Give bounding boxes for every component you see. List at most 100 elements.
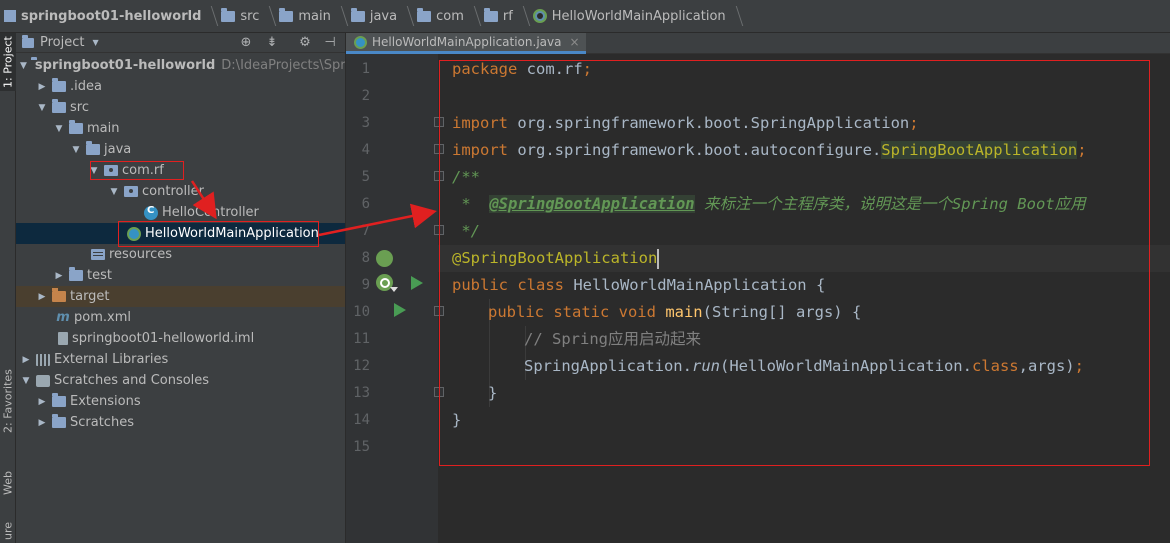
breadcrumb-src[interactable]: src bbox=[221, 0, 279, 33]
line-number: 7 bbox=[361, 223, 370, 239]
line-number: 13 bbox=[353, 385, 370, 401]
tree-item-main-application[interactable]: HelloWorldMainApplication bbox=[16, 223, 345, 244]
tree-item-label: External Libraries bbox=[54, 352, 169, 367]
fold-marker-icon[interactable] bbox=[434, 117, 444, 127]
spring-boot-class-icon bbox=[532, 9, 547, 23]
tree-item-java[interactable]: ▼ java bbox=[16, 139, 345, 160]
breadcrumb-separator bbox=[262, 6, 277, 26]
code-line-5: /** bbox=[452, 168, 480, 186]
breadcrumb-label: rf bbox=[502, 8, 513, 24]
tree-item-test[interactable]: ▶ test bbox=[16, 265, 345, 286]
code-editor[interactable]: 1 2 3 4 5 6 7 8 9 10 11 12 13 14 15 pack… bbox=[346, 54, 1170, 543]
collapse-icon[interactable]: ⇟ bbox=[264, 35, 280, 51]
tree-item-label: controller bbox=[142, 184, 205, 199]
fold-marker-icon[interactable] bbox=[434, 225, 444, 235]
tree-item-external-libraries[interactable]: ▶ External Libraries bbox=[16, 349, 345, 370]
tree-item-scratches-consoles[interactable]: ▼ Scratches and Consoles bbox=[16, 370, 345, 391]
fold-marker-icon[interactable] bbox=[434, 171, 444, 181]
breadcrumb-com[interactable]: com bbox=[417, 0, 484, 33]
chevron-down-icon[interactable]: ▼ bbox=[92, 38, 98, 47]
close-icon[interactable]: × bbox=[569, 35, 579, 49]
package-icon bbox=[124, 186, 138, 197]
tab-hello-world-main-application[interactable]: HelloWorldMainApplication.java × bbox=[346, 33, 586, 54]
breadcrumb-label: com bbox=[436, 8, 464, 24]
source-folder-icon bbox=[86, 141, 100, 155]
tree-item-path: D:\IdeaProjects\Spring bbox=[221, 58, 346, 73]
dropdown-arrow-icon[interactable] bbox=[390, 287, 398, 292]
globe-target-icon[interactable]: ⊕ bbox=[238, 35, 254, 51]
breadcrumb-java[interactable]: java bbox=[350, 0, 417, 33]
tab-project-tool[interactable]: 1: Project bbox=[0, 33, 16, 91]
expanded-arrow-icon: ▼ bbox=[110, 186, 118, 197]
line-number: 5 bbox=[361, 169, 370, 185]
expanded-arrow-icon: ▼ bbox=[72, 144, 80, 155]
expanded-arrow-icon: ▼ bbox=[20, 60, 27, 71]
breadcrumb-label: HelloWorldMainApplication bbox=[551, 8, 726, 24]
excluded-folder-icon bbox=[52, 288, 66, 302]
gear-icon[interactable]: ⚙ bbox=[297, 35, 313, 51]
folder-icon bbox=[52, 393, 66, 407]
code-line-4: import org.springframework.boot.autoconf… bbox=[452, 141, 1087, 159]
line-number: 12 bbox=[353, 358, 370, 374]
tree-item-controller[interactable]: ▼ controller bbox=[16, 181, 345, 202]
tree-item-label: java bbox=[104, 142, 132, 157]
editor-gutter: 1 2 3 4 5 6 7 8 9 10 11 12 13 14 15 bbox=[346, 54, 444, 543]
tree-item-src[interactable]: ▼ src bbox=[16, 97, 345, 118]
spring-bean-search-icon[interactable] bbox=[376, 250, 393, 267]
project-view-selector[interactable]: Project bbox=[40, 35, 84, 50]
scratches-icon bbox=[36, 374, 50, 387]
line-number: 1 bbox=[361, 61, 370, 77]
tree-item-idea[interactable]: ▶ .idea bbox=[16, 76, 345, 97]
tree-item-scratches[interactable]: ▶ Scratches bbox=[16, 412, 345, 433]
line-number: 4 bbox=[361, 142, 370, 158]
breadcrumb-separator bbox=[728, 6, 743, 26]
breadcrumb-separator bbox=[204, 6, 219, 26]
breadcrumb-main-class[interactable]: HelloWorldMainApplication bbox=[532, 0, 746, 33]
fold-marker-icon[interactable] bbox=[434, 144, 444, 154]
breadcrumb-project[interactable]: springboot01-helloworld bbox=[4, 0, 221, 33]
collapsed-arrow-icon: ▶ bbox=[38, 417, 46, 428]
code-line-10: public static void main(String[] args) { bbox=[488, 303, 862, 321]
breadcrumb-rf[interactable]: rf bbox=[483, 0, 533, 33]
tree-item-pom[interactable]: m pom.xml bbox=[16, 307, 345, 328]
run-class-icon[interactable] bbox=[411, 276, 423, 290]
folder-icon bbox=[69, 267, 83, 281]
tree-item-resources[interactable]: resources bbox=[16, 244, 345, 265]
run-main-icon[interactable] bbox=[394, 303, 406, 317]
tree-item-com-rf[interactable]: ▼ com.rf bbox=[16, 160, 345, 181]
hide-icon[interactable]: ⊣ bbox=[322, 35, 338, 51]
tree-item-label: HelloController bbox=[162, 205, 259, 220]
package-icon bbox=[104, 165, 118, 176]
breadcrumb-separator bbox=[515, 6, 531, 26]
tree-item-extensions[interactable]: ▶ Extensions bbox=[16, 391, 345, 412]
breadcrumb-separator bbox=[333, 6, 349, 26]
tree-item-label: .idea bbox=[70, 79, 102, 94]
tree-item-iml[interactable]: springboot01-helloworld.iml bbox=[16, 328, 345, 349]
fold-marker-icon[interactable] bbox=[434, 387, 444, 397]
tab-favorites-tool[interactable]: 2: Favorites bbox=[0, 356, 16, 446]
tree-item-root[interactable]: ▼ springboot01-helloworld D:\IdeaProject… bbox=[16, 55, 346, 76]
tab-structure-tool[interactable]: ure bbox=[0, 518, 16, 543]
breadcrumb-label: java bbox=[369, 8, 398, 24]
breadcrumb-label: springboot01-helloworld bbox=[21, 8, 202, 24]
folder-icon bbox=[69, 120, 83, 134]
tree-item-label: Extensions bbox=[70, 394, 141, 409]
folder-icon bbox=[279, 7, 294, 22]
tab-web-tool[interactable]: Web bbox=[0, 458, 16, 508]
tree-item-main[interactable]: ▼ main bbox=[16, 118, 345, 139]
line-number: 10 bbox=[353, 304, 370, 320]
class-icon bbox=[144, 205, 158, 220]
code-line-8: @SpringBootApplication bbox=[452, 248, 660, 269]
fold-marker-icon[interactable] bbox=[434, 306, 444, 316]
breadcrumb-main[interactable]: main bbox=[279, 0, 350, 33]
collapsed-arrow-icon: ▶ bbox=[55, 270, 63, 281]
tree-item-label: Scratches and Consoles bbox=[54, 373, 210, 388]
line-number: 6 bbox=[361, 196, 370, 212]
text-caret bbox=[657, 248, 660, 269]
tree-item-target[interactable]: ▶ target bbox=[16, 286, 345, 307]
breadcrumb-label: src bbox=[240, 8, 260, 24]
folder-icon bbox=[52, 414, 66, 428]
line-number: 11 bbox=[353, 331, 370, 347]
tree-item-hello-controller[interactable]: HelloController bbox=[16, 202, 345, 223]
tree-item-label: main bbox=[87, 121, 120, 136]
